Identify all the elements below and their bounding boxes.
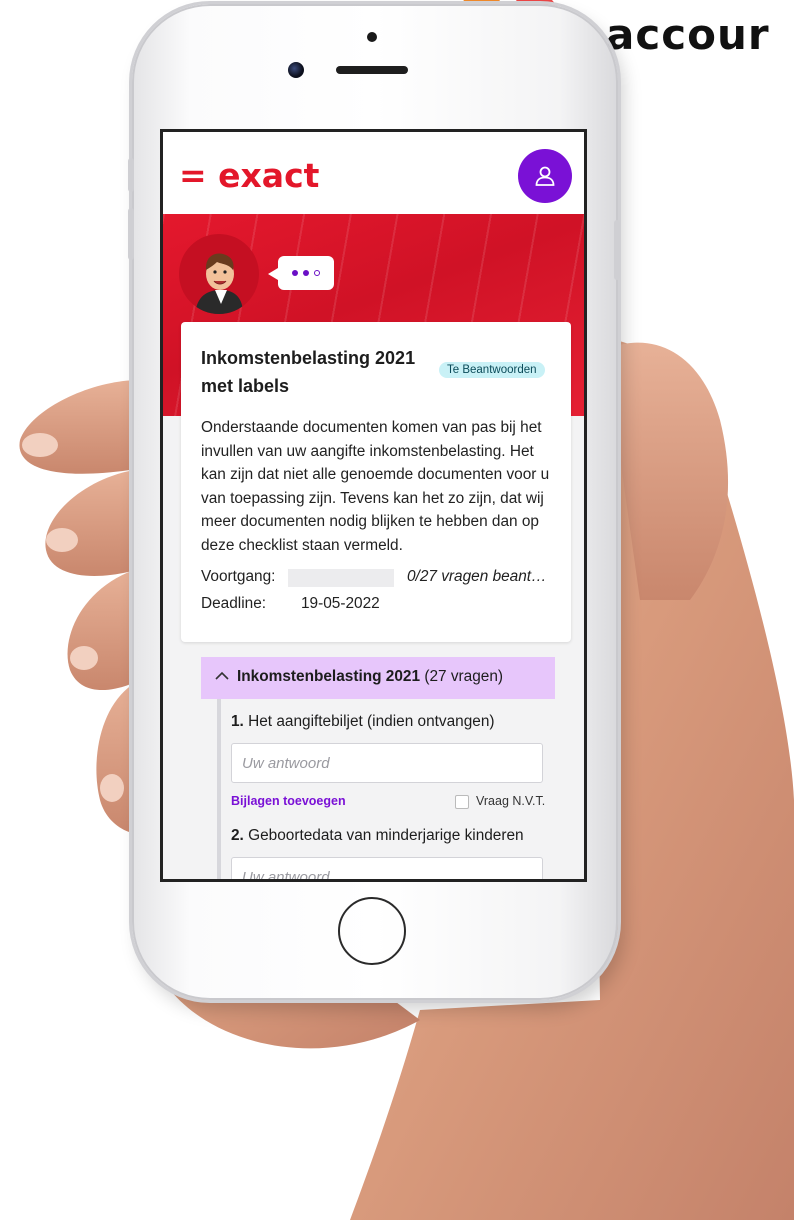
progress-bar [288, 569, 394, 587]
phone-volume-button [128, 158, 134, 192]
phone-power-button [614, 220, 620, 280]
answer-input-1[interactable] [231, 743, 543, 783]
deadline-value: 19-05-2022 [301, 595, 380, 612]
checklist-title: Inkomstenbelasting 2021 met labels [201, 348, 416, 396]
question-number: 2. [231, 827, 244, 844]
section-question-count: (27 vragen) [424, 668, 504, 685]
assistant-typing-bubble [268, 256, 334, 290]
not-applicable-checkbox[interactable] [455, 795, 469, 809]
phone-screen: = exact Inkomstenbelasting 2021 met labe… [160, 129, 587, 882]
question-text: Geboortedata van minderjarige kinderen [248, 827, 524, 844]
assistant-mascot-icon [195, 253, 243, 314]
progress-label: Voortgang: [201, 568, 276, 585]
assistant-avatar [179, 234, 259, 314]
user-icon [535, 166, 555, 186]
add-attachments-link[interactable]: Bijlagen toevoegen [231, 794, 346, 808]
not-applicable-label[interactable]: Vraag N.V.T. [476, 794, 545, 808]
deadline-label: Deadline: [201, 595, 267, 612]
app-header: = exact [163, 132, 584, 214]
user-profile-button[interactable] [518, 149, 572, 203]
question-1: 1. Het aangiftebiljet (indien ontvangen) [231, 713, 495, 731]
earpiece-speaker [336, 66, 408, 74]
exact-logo[interactable]: = exact [179, 156, 319, 195]
chevron-up-icon [215, 671, 229, 680]
progress-text: 0/27 vragen beant… [407, 568, 547, 585]
answer-input-2[interactable] [231, 857, 543, 879]
phone-volume-button [128, 208, 134, 260]
home-button[interactable] [338, 897, 406, 965]
section-title: Inkomstenbelasting 2021 (27 vragen) [237, 668, 503, 686]
status-badge: Te Beantwoorden [439, 362, 545, 378]
typing-dot [314, 270, 320, 276]
typing-dot [303, 270, 309, 276]
question-2: 2. Geboortedata van minderjarige kindere… [231, 827, 524, 845]
question-list: 1. Het aangiftebiljet (indien ontvangen)… [217, 699, 559, 879]
checklist-card: Inkomstenbelasting 2021 met labels Te Be… [181, 322, 571, 642]
typing-dot [292, 270, 298, 276]
question-number: 1. [231, 713, 244, 730]
front-camera [288, 62, 304, 78]
proximity-sensor [367, 32, 377, 42]
question-text: Het aangiftebiljet (indien ontvangen) [248, 713, 495, 730]
section-header-inkomstenbelasting[interactable]: Inkomstenbelasting 2021 (27 vragen) [201, 657, 555, 699]
checklist-description: Onderstaande documenten komen van pas bi… [201, 419, 550, 554]
section-title-text: Inkomstenbelasting 2021 [237, 668, 421, 685]
